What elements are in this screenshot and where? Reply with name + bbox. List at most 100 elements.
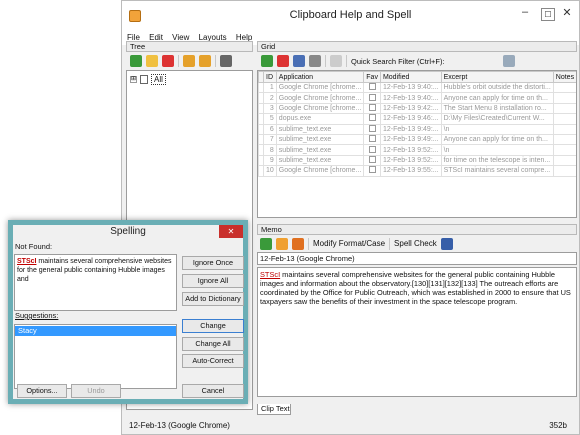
column-header-fav[interactable]: Fav bbox=[363, 71, 381, 83]
table-row[interactable]: 7 sublime_text.exe 12-Feb-13 9:49:... Anyon… bbox=[258, 133, 576, 146]
fav-checkbox[interactable] bbox=[368, 145, 376, 153]
tab-clip-text[interactable]: Clip Text bbox=[257, 404, 291, 415]
cell-application: Google Chrome [chrome... bbox=[275, 165, 365, 177]
cell-application: sublime_text.exe bbox=[275, 144, 365, 156]
fav-checkbox[interactable] bbox=[368, 166, 376, 174]
delete-clip-icon[interactable] bbox=[277, 55, 289, 67]
suggestion-item[interactable]: Stacy bbox=[15, 326, 176, 336]
folder-icon bbox=[140, 75, 148, 84]
cell-id: 10 bbox=[263, 165, 277, 177]
cancel-button[interactable]: Cancel bbox=[182, 384, 244, 398]
cell-notes bbox=[552, 92, 576, 104]
cell-excerpt: Anyone can apply for time on th... bbox=[440, 92, 554, 104]
title-bar: Clipboard Help and Spell – ☐ ✕ bbox=[122, 1, 579, 31]
cell-modified: 12-Feb-13 9:55:... bbox=[379, 165, 442, 177]
options-icon[interactable] bbox=[220, 55, 232, 67]
cell-fav bbox=[363, 144, 381, 156]
column-header-excerpt[interactable]: Excerpt bbox=[440, 71, 554, 83]
maximize-button[interactable]: ☐ bbox=[541, 8, 555, 21]
cell-modified: 12-Feb-13 9:42:... bbox=[379, 102, 442, 115]
separator bbox=[389, 237, 391, 250]
print-icon[interactable] bbox=[309, 55, 321, 67]
status-size: 352b bbox=[549, 421, 567, 430]
fav-checkbox[interactable] bbox=[368, 93, 376, 101]
open-icon[interactable] bbox=[276, 237, 288, 250]
tree-title: Tree bbox=[126, 41, 253, 52]
separator bbox=[325, 55, 326, 67]
table-row[interactable]: 3 Google Chrome [chrome... 12-Feb-13 9:42:… bbox=[258, 102, 576, 115]
add-folder-icon[interactable] bbox=[130, 55, 142, 67]
status-bar: 12-Feb-13 (Google Chrome) 352b bbox=[122, 418, 579, 434]
column-header-modified[interactable]: Modified bbox=[379, 71, 442, 83]
add-clip-icon[interactable] bbox=[261, 55, 273, 67]
fav-checkbox[interactable] bbox=[368, 156, 376, 163]
ignore-once-button[interactable]: Ignore Once bbox=[182, 256, 244, 270]
fav-checkbox[interactable] bbox=[368, 135, 376, 143]
grid-panel: Grid Quick Search Filter (Ctrl+F): ID Ap… bbox=[257, 41, 577, 219]
cell-fav bbox=[363, 81, 381, 94]
fav-checkbox[interactable] bbox=[368, 125, 376, 132]
table-row[interactable]: 1 Google Chrome [chrome... 12-Feb-13 9:40:… bbox=[258, 81, 576, 94]
undo-button[interactable]: Undo bbox=[71, 384, 121, 398]
clear-icon[interactable] bbox=[330, 55, 342, 67]
cell-excerpt: The Start Menu 8 installation ro... bbox=[440, 102, 554, 115]
memo-text-area[interactable]: STScI maintains several comprehensive we… bbox=[257, 267, 577, 397]
status-source: 12-Feb-13 (Google Chrome) bbox=[129, 421, 230, 430]
dialog-close-icon[interactable]: ✕ bbox=[219, 225, 243, 238]
column-header-id[interactable]: ID bbox=[263, 71, 277, 83]
new-icon[interactable] bbox=[260, 237, 272, 250]
fav-checkbox[interactable] bbox=[368, 104, 376, 111]
tree-node-all[interactable]: ⊞ All bbox=[130, 74, 166, 85]
tree-node-label: All bbox=[151, 74, 166, 85]
spell-check-button[interactable]: Spell Check bbox=[394, 239, 437, 248]
collapse-icon[interactable] bbox=[199, 55, 211, 67]
minimize-button[interactable]: – bbox=[516, 6, 534, 22]
memo-title: Memo bbox=[257, 224, 577, 235]
table-row[interactable]: 5 dopus.exe 12-Feb-13 9:46:... D:\My Files\… bbox=[258, 113, 576, 125]
misspelled-word: STScI bbox=[260, 270, 281, 279]
paste-icon[interactable] bbox=[292, 237, 304, 250]
edit-folder-icon[interactable] bbox=[146, 55, 158, 67]
change-all-button[interactable]: Change All bbox=[182, 337, 244, 351]
fav-checkbox[interactable] bbox=[368, 83, 376, 91]
table-row[interactable]: 6 sublime_text.exe 12-Feb-13 9:49:... \n bbox=[258, 123, 576, 135]
add-to-dictionary-button[interactable]: Add to Dictionary bbox=[182, 292, 244, 306]
table-row[interactable]: 9 sublime_text.exe 12-Feb-13 9:52:... for t… bbox=[258, 154, 576, 167]
close-button[interactable]: ✕ bbox=[558, 6, 576, 22]
ignore-all-button[interactable]: Ignore All bbox=[182, 274, 244, 288]
change-button[interactable]: Change bbox=[182, 319, 244, 333]
cell-notes bbox=[552, 81, 576, 94]
cell-notes bbox=[552, 144, 576, 156]
copy-icon[interactable] bbox=[293, 55, 305, 67]
table-row[interactable]: 8 sublime_text.exe 12-Feb-13 9:52:... \n bbox=[258, 144, 576, 156]
eraser-icon[interactable] bbox=[502, 55, 515, 67]
options-button[interactable]: Options... bbox=[17, 384, 67, 398]
delete-folder-icon[interactable] bbox=[162, 55, 174, 67]
expand-icon[interactable] bbox=[183, 55, 195, 67]
column-header-application[interactable]: Application bbox=[275, 71, 365, 83]
not-found-text[interactable]: STScI maintains several comprehensive we… bbox=[14, 254, 177, 311]
table-row[interactable]: 2 Google Chrome [chrome... 12-Feb-13 9:40:… bbox=[258, 92, 576, 104]
fav-checkbox[interactable] bbox=[368, 114, 376, 122]
not-found-label: Not Found: bbox=[15, 242, 53, 251]
cell-fav bbox=[363, 165, 381, 177]
cell-id: 3 bbox=[263, 102, 277, 115]
cell-excerpt: \n bbox=[440, 144, 554, 156]
cell-modified: 12-Feb-13 9:46:... bbox=[379, 113, 442, 125]
source-field[interactable]: 12-Feb-13 (Google Chrome) bbox=[257, 252, 577, 265]
column-header-notes[interactable]: Notes bbox=[552, 71, 576, 83]
quick-search-input[interactable] bbox=[449, 56, 499, 67]
not-found-context: maintains several comprehensive websites… bbox=[17, 258, 172, 283]
cell-modified: 12-Feb-13 9:40:... bbox=[379, 92, 442, 104]
memo-panel: Memo Modify Format/Case Spell Check 12-F… bbox=[257, 224, 577, 415]
expand-toggle[interactable]: ⊞ bbox=[130, 76, 137, 83]
modify-format-button[interactable]: Modify Format/Case bbox=[313, 239, 385, 248]
suggestions-list[interactable]: Stacy bbox=[14, 324, 177, 389]
wrap-icon[interactable] bbox=[440, 237, 453, 250]
cell-fav bbox=[363, 123, 381, 135]
clips-grid[interactable]: ID Application Fav Modified Excerpt Note… bbox=[257, 70, 577, 218]
auto-correct-button[interactable]: Auto-Correct bbox=[182, 354, 244, 368]
cell-excerpt: D:\My Files\Created\Current W... bbox=[440, 113, 554, 125]
table-row[interactable]: 10 Google Chrome [chrome... 12-Feb-13 9:55… bbox=[258, 165, 576, 177]
cell-fav bbox=[363, 154, 381, 167]
